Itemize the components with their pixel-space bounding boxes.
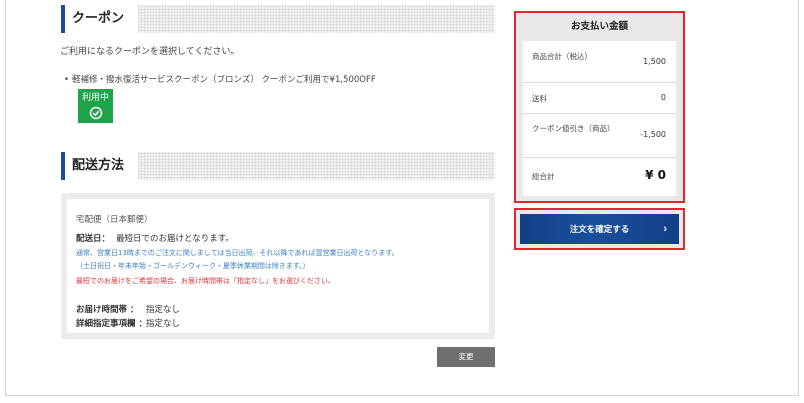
shipping-note-2: （土日祝日・年末年始・ゴールデンウィーク・夏季休業期間は除きます。） bbox=[76, 262, 310, 270]
shipping-section-header: 配送方法 bbox=[61, 152, 495, 180]
coupon-item-text: 軽補修・撥水復活サービスクーポン（ブロンズ） クーポンご利用で¥1,500OFF bbox=[72, 75, 376, 85]
confirm-order-wrapper: 注文を確定する › bbox=[514, 208, 685, 250]
page-border-bottom bbox=[5, 395, 799, 396]
shipping-info-panel: 宅配便（日本郵便） 配送日： 最短日でのお届けとなります。 通常、営業日13時まで… bbox=[67, 199, 489, 333]
payment-summary-panel: お支払い金額 商品合計（税込） 1,500 送料 0 クーポン値引き（商品） -… bbox=[514, 11, 685, 203]
shipping-fee-value: 0 bbox=[660, 93, 666, 102]
grand-total-value: ¥ 0 bbox=[645, 168, 666, 182]
confirm-order-label: 注文を確定する bbox=[569, 224, 630, 234]
detail-spec-value: 指定なし bbox=[146, 319, 181, 329]
detail-spec-label: 詳細指定事項欄 ： bbox=[76, 319, 147, 329]
coupon-section-title: クーポン bbox=[65, 5, 139, 33]
delivery-time-label: お届け時間帯 ： bbox=[76, 305, 139, 315]
shipping-fee-row: 送料 0 bbox=[523, 83, 676, 114]
shipping-note-1: 通常、営業日13時までのご注文に関しましては当日出荷、それ以降であれば翌営業日出… bbox=[76, 249, 399, 257]
page-border-right bbox=[798, 0, 799, 396]
change-shipping-button[interactable]: 変更 bbox=[437, 347, 495, 367]
delivery-date-row: 配送日： 最短日でのお届けとなります。 bbox=[76, 232, 234, 244]
coupon-discount-row: クーポン値引き（商品） -1,500 bbox=[523, 114, 676, 158]
coupon-section-header: クーポン bbox=[61, 5, 495, 33]
page-border-left bbox=[5, 0, 6, 396]
detail-spec-row: 詳細指定事項欄 ：指定なし bbox=[76, 317, 180, 329]
coupon-discount-value: -1,500 bbox=[640, 130, 666, 139]
confirm-order-button[interactable]: 注文を確定する › bbox=[520, 214, 679, 244]
chevron-right-icon: › bbox=[663, 223, 667, 235]
coupon-discount-label: クーポン値引き（商品） bbox=[532, 124, 615, 133]
delivery-time-row: お届け時間帯 ： 指定なし bbox=[76, 303, 180, 315]
coupon-in-use-badge[interactable]: 利用中 bbox=[78, 89, 113, 123]
shipping-section-title: 配送方法 bbox=[65, 152, 139, 180]
payment-summary-title: お支払い金額 bbox=[570, 21, 628, 32]
shipping-fee-label: 送料 bbox=[532, 94, 547, 103]
badge-label: 利用中 bbox=[81, 93, 109, 103]
subtotal-value: 1,500 bbox=[643, 57, 666, 66]
subtotal-label: 商品合計（税込） bbox=[532, 52, 592, 61]
grand-total-row: 総合計 ¥ 0 bbox=[523, 158, 676, 196]
delivery-time-value: 指定なし bbox=[146, 305, 181, 315]
coupon-description: ご利用になるクーポンを選択してください。 bbox=[60, 47, 240, 57]
bullet-icon: • bbox=[64, 75, 70, 85]
check-circle-icon bbox=[89, 106, 102, 120]
shipping-info-box: 宅配便（日本郵便） 配送日： 最短日でのお届けとなります。 通常、営業日13時まで… bbox=[61, 193, 495, 339]
shipping-method: 宅配便（日本郵便） bbox=[76, 215, 153, 225]
delivery-date-label: 配送日： bbox=[76, 234, 111, 244]
subtotal-row: 商品合計（税込） 1,500 bbox=[523, 41, 676, 83]
grand-total-label: 総合計 bbox=[532, 172, 555, 181]
coupon-list-item[interactable]: • 軽補修・撥水復活サービスクーポン（ブロンズ） クーポンご利用で¥1,500OF… bbox=[64, 73, 376, 85]
shipping-warning-note: 最短でのお届けをご希望の場合、お届け時間帯は「指定なし」をお選びください。 bbox=[76, 277, 335, 285]
payment-summary-rows: 商品合計（税込） 1,500 送料 0 クーポン値引き（商品） -1,500 総… bbox=[523, 41, 676, 196]
delivery-date-value: 最短日でのお届けとなります。 bbox=[116, 234, 234, 244]
